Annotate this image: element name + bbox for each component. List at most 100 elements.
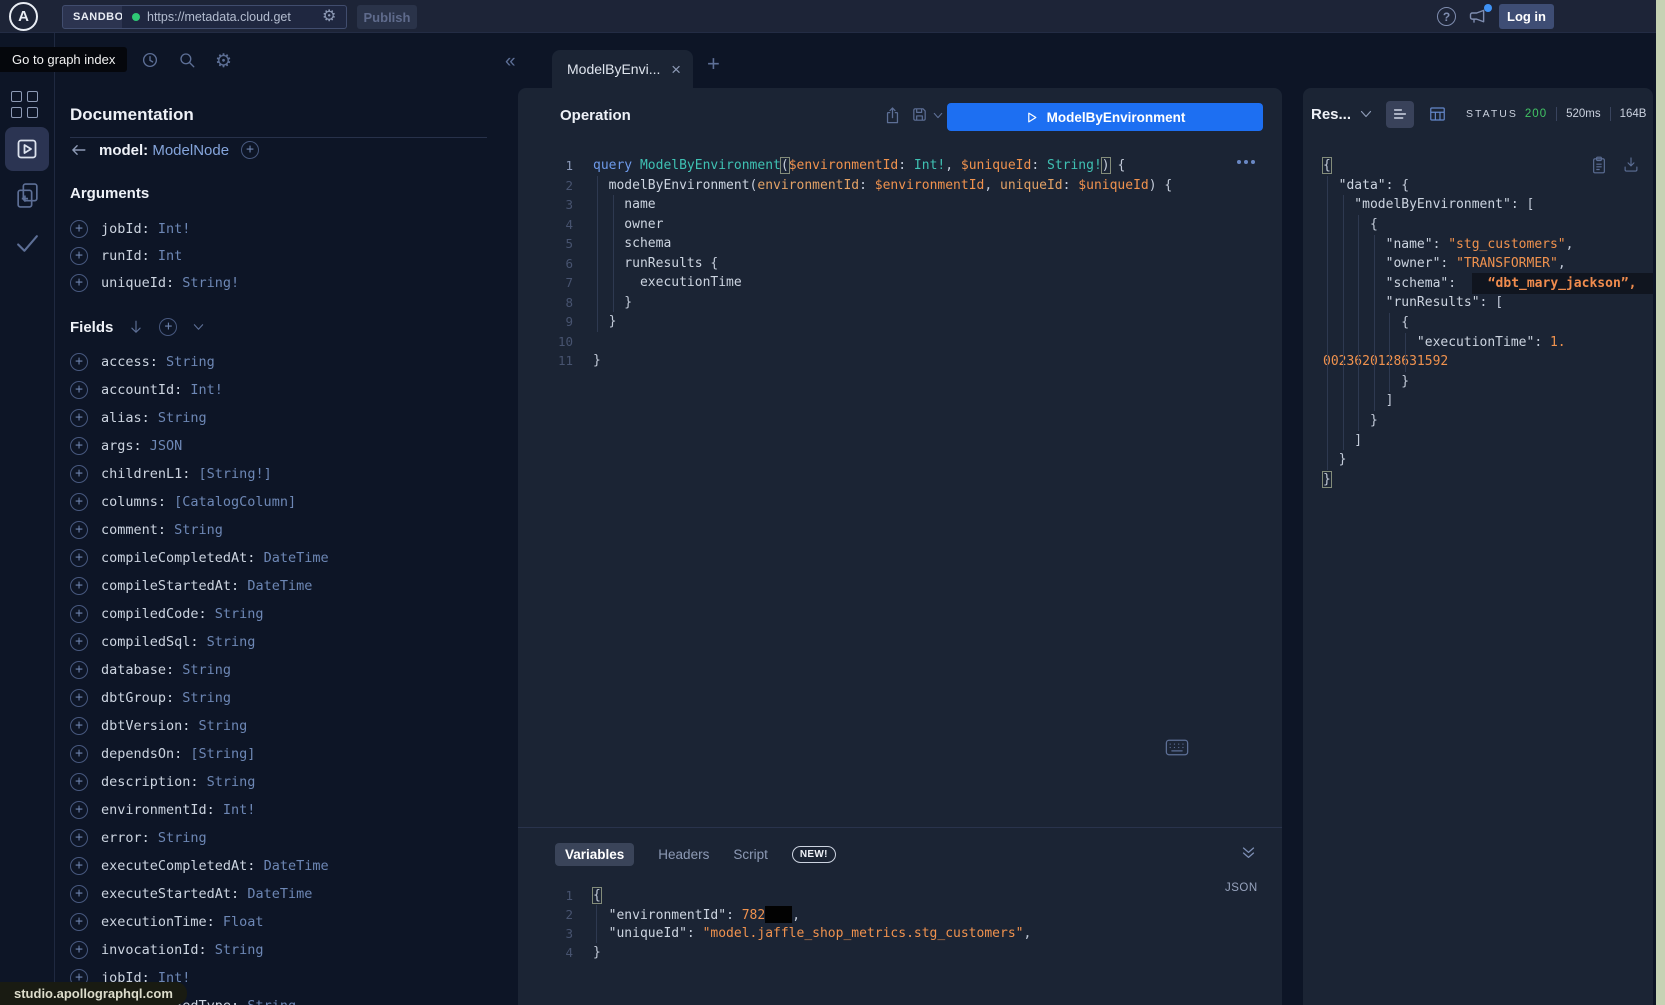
- doc-field-row[interactable]: +executeCompletedAt: DateTime: [55, 852, 518, 880]
- operation-tab-title[interactable]: ModelByEnvi...: [567, 61, 671, 77]
- history-icon[interactable]: [141, 51, 159, 69]
- doc-field-row[interactable]: +uniqueId: String!: [55, 269, 518, 296]
- add-to-query-icon[interactable]: +: [70, 274, 88, 292]
- list-view-button[interactable]: [1386, 101, 1414, 128]
- save-chevron-down-icon[interactable]: [933, 112, 943, 119]
- field-type[interactable]: ModelNode: [152, 142, 229, 159]
- add-to-query-icon[interactable]: +: [70, 549, 88, 567]
- doc-field-type[interactable]: String: [215, 942, 264, 958]
- add-to-query-icon[interactable]: +: [70, 437, 88, 455]
- doc-field-row[interactable]: +invocationId: String: [55, 936, 518, 964]
- tab-variables[interactable]: Variables: [555, 843, 634, 866]
- run-operation-button[interactable]: ModelByEnvironment: [947, 103, 1263, 131]
- editor-overflow-menu-icon[interactable]: [1237, 160, 1255, 164]
- doc-field-row[interactable]: +accountId: Int!: [55, 376, 518, 404]
- endpoint-url[interactable]: https://metadata.cloud.get: [147, 10, 315, 24]
- add-to-query-icon[interactable]: +: [70, 577, 88, 595]
- add-to-query-icon[interactable]: +: [70, 381, 88, 399]
- doc-field-row[interactable]: +columns: [CatalogColumn]: [55, 488, 518, 516]
- schema-nav-icon[interactable]: [15, 182, 40, 209]
- doc-field-row[interactable]: +access: String: [55, 348, 518, 376]
- variables-editor[interactable]: 1{2 "environmentId": 782,3 "uniqueId": "…: [518, 886, 1282, 962]
- explorer-nav-button[interactable]: [5, 127, 49, 171]
- doc-field-type[interactable]: String: [158, 410, 207, 426]
- doc-field-type[interactable]: String: [207, 774, 256, 790]
- doc-field-type[interactable]: String: [182, 690, 231, 706]
- add-to-query-icon[interactable]: +: [70, 247, 88, 265]
- doc-field-row[interactable]: +dependsOn: [String]: [55, 740, 518, 768]
- add-to-query-icon[interactable]: +: [70, 801, 88, 819]
- doc-field-row[interactable]: +executionTime: Float: [55, 908, 518, 936]
- apollo-logo[interactable]: A: [9, 2, 38, 31]
- response-chevron-down-icon[interactable]: [1360, 110, 1372, 118]
- doc-field-row[interactable]: +dbtGroup: String: [55, 684, 518, 712]
- doc-field-type[interactable]: String: [199, 718, 248, 734]
- add-to-query-icon[interactable]: +: [70, 521, 88, 539]
- collapse-variables-icon[interactable]: [1241, 846, 1256, 860]
- new-tab-icon[interactable]: +: [707, 53, 720, 75]
- doc-field-type[interactable]: String: [207, 634, 256, 650]
- doc-field-row[interactable]: +compileStartedAt: DateTime: [55, 572, 518, 600]
- add-field-icon[interactable]: +: [241, 141, 259, 159]
- doc-field-row[interactable]: +compileCompletedAt: DateTime: [55, 544, 518, 572]
- back-arrow-icon[interactable]: [70, 143, 87, 157]
- add-to-query-icon[interactable]: +: [70, 829, 88, 847]
- keyboard-shortcuts-icon[interactable]: [1165, 739, 1189, 756]
- doc-field-type[interactable]: DateTime: [264, 550, 329, 566]
- doc-field-row[interactable]: +executeStartedAt: DateTime: [55, 880, 518, 908]
- doc-field-row[interactable]: +description: String: [55, 768, 518, 796]
- doc-field-type[interactable]: [String!]: [199, 466, 272, 482]
- doc-field-row[interactable]: +compiledCode: String: [55, 600, 518, 628]
- doc-field-row[interactable]: +childrenL1: [String!]: [55, 460, 518, 488]
- doc-field-type[interactable]: String: [182, 662, 231, 678]
- doc-field-row[interactable]: +args: JSON: [55, 432, 518, 460]
- add-to-query-icon[interactable]: +: [70, 745, 88, 763]
- add-to-query-icon[interactable]: +: [70, 353, 88, 371]
- add-to-query-icon[interactable]: +: [70, 465, 88, 483]
- doc-field-type[interactable]: Int!: [190, 382, 223, 398]
- help-icon[interactable]: ?: [1437, 7, 1456, 26]
- tab-headers[interactable]: Headers: [658, 847, 709, 862]
- share-icon[interactable]: [884, 106, 901, 125]
- doc-field-type[interactable]: Float: [223, 914, 264, 930]
- add-to-query-icon[interactable]: +: [70, 857, 88, 875]
- doc-field-type[interactable]: String: [174, 522, 223, 538]
- doc-field-row[interactable]: +database: String: [55, 656, 518, 684]
- doc-field-row[interactable]: +environmentId: Int!: [55, 796, 518, 824]
- operation-tab[interactable]: ModelByEnvi... ×: [552, 50, 693, 88]
- endpoint-settings-gear-icon[interactable]: ⚙: [322, 9, 336, 25]
- doc-field-type[interactable]: DateTime: [247, 578, 312, 594]
- graph-index-icon[interactable]: [11, 91, 39, 119]
- close-tab-icon[interactable]: ×: [671, 61, 681, 78]
- doc-field-type[interactable]: Int!: [223, 802, 256, 818]
- add-to-query-icon[interactable]: +: [70, 913, 88, 931]
- add-to-query-icon[interactable]: +: [70, 689, 88, 707]
- add-to-query-icon[interactable]: +: [70, 717, 88, 735]
- doc-field-type[interactable]: String: [166, 354, 215, 370]
- doc-field-row[interactable]: +compiledSql: String: [55, 628, 518, 656]
- doc-field-row[interactable]: +runId: Int: [55, 242, 518, 269]
- save-icon[interactable]: [911, 106, 928, 123]
- doc-field-type[interactable]: [CatalogColumn]: [174, 494, 296, 510]
- doc-field-type[interactable]: Int!: [158, 221, 191, 237]
- checks-nav-icon[interactable]: [15, 232, 40, 255]
- chevron-down-icon[interactable]: [193, 323, 204, 331]
- doc-field-type[interactable]: DateTime: [264, 858, 329, 874]
- add-to-query-icon[interactable]: +: [70, 493, 88, 511]
- endpoint-url-box[interactable]: https://metadata.cloud.get ⚙: [122, 5, 347, 29]
- add-to-query-icon[interactable]: +: [70, 941, 88, 959]
- doc-field-row[interactable]: +jobId: Int!: [55, 215, 518, 242]
- doc-field-type[interactable]: [String]: [190, 746, 255, 762]
- doc-field-type[interactable]: String: [247, 998, 296, 1005]
- add-to-query-icon[interactable]: +: [70, 633, 88, 651]
- add-to-query-icon[interactable]: +: [70, 605, 88, 623]
- add-all-fields-icon[interactable]: +: [159, 318, 177, 336]
- login-button[interactable]: Log in: [1499, 4, 1554, 29]
- search-icon[interactable]: [178, 51, 196, 69]
- add-to-query-icon[interactable]: +: [70, 773, 88, 791]
- doc-field-row[interactable]: +dbtVersion: String: [55, 712, 518, 740]
- settings-gear-icon[interactable]: ⚙: [215, 50, 232, 73]
- doc-field-type[interactable]: String: [158, 830, 207, 846]
- doc-field-row[interactable]: +error: String: [55, 824, 518, 852]
- doc-field-type[interactable]: DateTime: [247, 886, 312, 902]
